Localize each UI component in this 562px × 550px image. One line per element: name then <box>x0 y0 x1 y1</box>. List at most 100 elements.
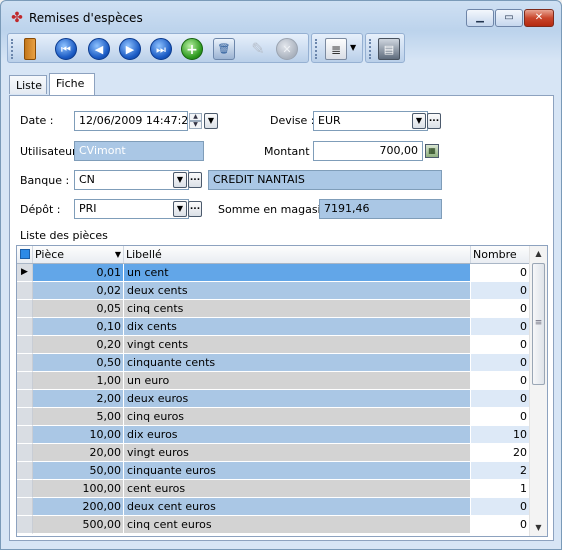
cell-piece[interactable]: 0,01 <box>33 264 124 282</box>
scroll-down-arrow-icon[interactable]: ▼ <box>530 520 547 536</box>
cell-libelle[interactable]: dix euros <box>124 426 471 444</box>
scroll-thumb[interactable]: ≡ <box>532 263 545 385</box>
maximize-button[interactable]: ▭ <box>495 9 523 27</box>
row-selector[interactable] <box>17 336 33 354</box>
table-row[interactable]: 20,00 vingt euros 20 <box>17 444 531 462</box>
cell-piece[interactable]: 100,00 <box>33 480 124 498</box>
cell-libelle[interactable]: cinq euros <box>124 408 471 426</box>
row-selector[interactable] <box>17 480 33 498</box>
tab-fiche[interactable]: Fiche <box>49 73 95 95</box>
cell-libelle[interactable]: vingt euros <box>124 444 471 462</box>
cell-nombre[interactable]: 0 <box>471 354 531 372</box>
next-record-icon[interactable]: ▶ <box>119 38 141 60</box>
report-view-icon[interactable]: ≣ <box>325 38 347 60</box>
cell-libelle[interactable]: cinq cents <box>124 300 471 318</box>
toolbar-grip[interactable] <box>11 39 16 59</box>
table-row[interactable]: 100,00 cent euros 1 <box>17 480 531 498</box>
banque-select[interactable]: CN <box>74 170 189 190</box>
cell-nombre[interactable]: 0 <box>471 408 531 426</box>
header-nombre[interactable]: Nombre <box>471 246 531 263</box>
close-button[interactable]: ✕ <box>524 9 554 27</box>
cell-libelle[interactable]: dix cents <box>124 318 471 336</box>
row-selector[interactable] <box>17 498 33 516</box>
cell-nombre[interactable]: 0 <box>471 372 531 390</box>
devise-select[interactable]: EUR <box>313 111 428 131</box>
montant-field[interactable]: 700,00 <box>313 141 423 161</box>
row-selector[interactable] <box>17 516 33 534</box>
row-selector[interactable] <box>17 444 33 462</box>
calculator-icon[interactable]: ▦ <box>425 144 439 158</box>
date-spinner[interactable]: ▲ ▼ <box>189 113 202 129</box>
grid-vertical-scrollbar[interactable]: ▲ ≡ ▼ <box>529 246 547 536</box>
row-selector[interactable] <box>17 372 33 390</box>
cell-libelle[interactable]: cinquante cents <box>124 354 471 372</box>
cell-piece[interactable]: 200,00 <box>33 498 124 516</box>
cell-nombre[interactable]: 1 <box>471 480 531 498</box>
table-row[interactable]: 0,50 cinquante cents 0 <box>17 354 531 372</box>
row-selector[interactable] <box>17 300 33 318</box>
cell-libelle[interactable]: deux cent euros <box>124 498 471 516</box>
cell-nombre[interactable]: 0 <box>471 318 531 336</box>
cell-piece[interactable]: 1,00 <box>33 372 124 390</box>
table-row[interactable]: 50,00 cinquante euros 2 <box>17 462 531 480</box>
row-selector[interactable] <box>17 318 33 336</box>
cell-libelle[interactable]: un euro <box>124 372 471 390</box>
devise-ellipsis-button[interactable]: ... <box>427 113 441 129</box>
row-selector[interactable] <box>17 282 33 300</box>
cell-libelle[interactable]: un cent <box>124 264 471 282</box>
cell-piece[interactable]: 0,20 <box>33 336 124 354</box>
toolbar-grip[interactable] <box>315 39 320 59</box>
table-row[interactable]: 5,00 cinq euros 0 <box>17 408 531 426</box>
row-selector[interactable] <box>17 390 33 408</box>
cell-piece[interactable]: 10,00 <box>33 426 124 444</box>
row-selector[interactable] <box>17 426 33 444</box>
table-row[interactable]: 0,05 cinq cents 0 <box>17 300 531 318</box>
cell-nombre[interactable]: 0 <box>471 300 531 318</box>
chevron-down-icon[interactable]: ▼ <box>350 43 356 52</box>
cell-nombre[interactable]: 0 <box>471 498 531 516</box>
exit-door-icon[interactable] <box>24 38 36 60</box>
row-current-indicator[interactable]: ▶ <box>17 264 33 282</box>
cell-piece[interactable]: 0,50 <box>33 354 124 372</box>
table-row[interactable]: ▶ 0,01 un cent 0 <box>17 264 531 282</box>
minimize-button[interactable]: ▁ <box>466 9 494 27</box>
cell-nombre[interactable]: 0 <box>471 390 531 408</box>
first-record-icon[interactable]: ⏮ <box>55 38 77 60</box>
last-record-icon[interactable]: ⏭ <box>150 38 172 60</box>
table-row[interactable]: 500,00 cinq cent euros 0 <box>17 516 531 534</box>
row-selector[interactable] <box>17 354 33 372</box>
cell-libelle[interactable]: deux euros <box>124 390 471 408</box>
table-row[interactable]: 10,00 dix euros 10 <box>17 426 531 444</box>
tab-liste[interactable]: Liste <box>9 75 47 94</box>
cell-libelle[interactable]: cinquante euros <box>124 462 471 480</box>
table-row[interactable]: 200,00 deux cent euros 0 <box>17 498 531 516</box>
cell-piece[interactable]: 500,00 <box>33 516 124 534</box>
cell-piece[interactable]: 5,00 <box>33 408 124 426</box>
toolbar-grip[interactable] <box>369 39 374 59</box>
row-selector[interactable] <box>17 408 33 426</box>
table-row[interactable]: 0,02 deux cents 0 <box>17 282 531 300</box>
banque-ellipsis-button[interactable]: ... <box>188 172 202 188</box>
date-field[interactable]: 12/06/2009 14:47:25 <box>74 111 188 131</box>
header-piece[interactable]: Pièce ▼ <box>33 246 124 263</box>
cell-libelle[interactable]: cinq cent euros <box>124 516 471 534</box>
add-record-icon[interactable]: + <box>181 38 203 60</box>
date-dropdown-button[interactable]: ▼ <box>204 113 218 129</box>
cell-libelle[interactable]: cent euros <box>124 480 471 498</box>
row-selector[interactable] <box>17 462 33 480</box>
previous-record-icon[interactable]: ◀ <box>88 38 110 60</box>
cell-nombre[interactable]: 2 <box>471 462 531 480</box>
cell-piece[interactable]: 20,00 <box>33 444 124 462</box>
header-libelle[interactable]: Libellé <box>124 246 471 263</box>
banque-dropdown-button[interactable]: ▼ <box>173 172 187 188</box>
edit-pencil-icon[interactable]: ✎ <box>247 38 269 60</box>
cell-nombre[interactable]: 0 <box>471 336 531 354</box>
depot-dropdown-button[interactable]: ▼ <box>173 201 187 217</box>
printer-icon[interactable]: ▤ <box>378 38 400 60</box>
depot-ellipsis-button[interactable]: ... <box>188 201 202 217</box>
table-row[interactable]: 0,20 vingt cents 0 <box>17 336 531 354</box>
cell-nombre[interactable]: 0 <box>471 282 531 300</box>
delete-trash-icon[interactable]: 🗑 <box>213 38 235 60</box>
cell-nombre[interactable]: 10 <box>471 426 531 444</box>
cell-libelle[interactable]: deux cents <box>124 282 471 300</box>
